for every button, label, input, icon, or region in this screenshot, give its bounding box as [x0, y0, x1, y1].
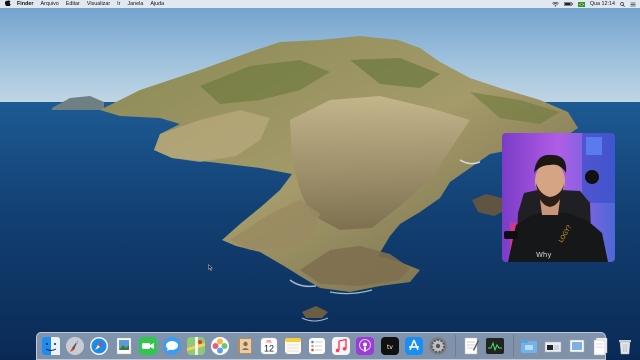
dock-item-calendar[interactable]: JUL 12 [258, 335, 280, 357]
documents-stack-icon [593, 337, 608, 356]
spotlight-search-icon[interactable] [620, 1, 625, 7]
dock-item-trash[interactable] [614, 335, 636, 357]
dock-item-podcasts[interactable] [354, 335, 376, 357]
screenshot-stack-icon [569, 339, 585, 353]
dock-item-activity-monitor[interactable] [484, 335, 506, 357]
dock-item-preview[interactable] [113, 335, 135, 357]
appstore-icon [404, 337, 423, 355]
webcam-overlay: Why LOGY? [502, 133, 615, 262]
photos-icon [211, 337, 230, 355]
notes-icon [284, 338, 301, 354]
messages-icon [162, 337, 181, 355]
dock-item-maps[interactable] [185, 335, 207, 357]
dock-item-contacts[interactable] [234, 335, 256, 357]
battery-icon[interactable] [563, 2, 573, 6]
apple-menu-icon[interactable] [4, 0, 12, 9]
menu-bar: Finder Arquivo Editar Visualizar Ir Jane… [0, 0, 640, 8]
dock-item-launchpad[interactable] [64, 335, 86, 357]
dock-item-textedit[interactable] [460, 335, 482, 357]
menu-item-go[interactable]: Ir [117, 0, 120, 8]
dock-item-desktop-folder[interactable] [518, 335, 540, 357]
dock-item-system-preferences[interactable] [427, 335, 449, 357]
menu-item-window[interactable]: Janela [127, 0, 143, 8]
reminders-icon [309, 338, 326, 354]
dock-item-screenshot-stack[interactable] [566, 335, 588, 357]
svg-text:tv: tv [387, 344, 393, 351]
menu-item-edit[interactable]: Editar [66, 0, 80, 8]
keyboard-flag-icon[interactable] [577, 1, 585, 7]
dock-item-music[interactable] [330, 335, 352, 357]
control-center-icon[interactable] [630, 2, 636, 7]
appletv-icon: tv [380, 337, 399, 355]
maps-icon [187, 337, 206, 355]
dock-item-photos[interactable] [209, 335, 231, 357]
svg-text:Why: Why [536, 251, 552, 259]
calendar-day-text: 12 [264, 344, 274, 354]
dock-item-appletv[interactable]: tv [379, 335, 401, 357]
downloads-stack-icon [544, 341, 561, 353]
preview-icon [116, 337, 131, 355]
textedit-icon [464, 337, 480, 355]
dock-item-appstore[interactable] [403, 335, 425, 357]
dock-item-reminders[interactable] [306, 335, 328, 357]
launchpad-icon [66, 337, 85, 355]
dock-item-documents-stack[interactable] [590, 335, 612, 357]
dock-item-facetime[interactable] [137, 335, 159, 357]
trash-icon [619, 340, 632, 355]
dock-separator [455, 335, 457, 357]
mouse-cursor-icon [208, 264, 213, 271]
calendar-icon: JUL 12 [260, 337, 277, 355]
desktop-folder-icon [520, 340, 537, 353]
wifi-icon[interactable] [551, 1, 559, 7]
dock-item-messages[interactable] [161, 335, 183, 357]
menu-item-help[interactable]: Ajuda [150, 0, 164, 8]
menubar-clock[interactable]: Qua 12:14 [590, 0, 615, 8]
menu-app-name[interactable]: Finder [17, 0, 33, 8]
dock-separator [512, 335, 514, 357]
contacts-icon [237, 338, 252, 354]
menu-item-file[interactable]: Arquivo [40, 0, 58, 8]
finder-icon [42, 337, 60, 355]
safari-icon [90, 337, 109, 355]
system-preferences-icon [429, 337, 447, 355]
dock-item-notes[interactable] [282, 335, 304, 357]
activity-monitor-icon [486, 338, 505, 354]
dock: JUL 12 tv [36, 332, 632, 360]
dock-item-finder[interactable] [40, 335, 62, 357]
menu-item-view[interactable]: Visualizar [87, 0, 110, 8]
dock-item-safari[interactable] [88, 335, 110, 357]
dock-item-downloads-stack[interactable] [542, 335, 564, 357]
podcasts-icon [356, 337, 375, 355]
music-icon [332, 337, 351, 355]
facetime-icon [138, 337, 157, 355]
